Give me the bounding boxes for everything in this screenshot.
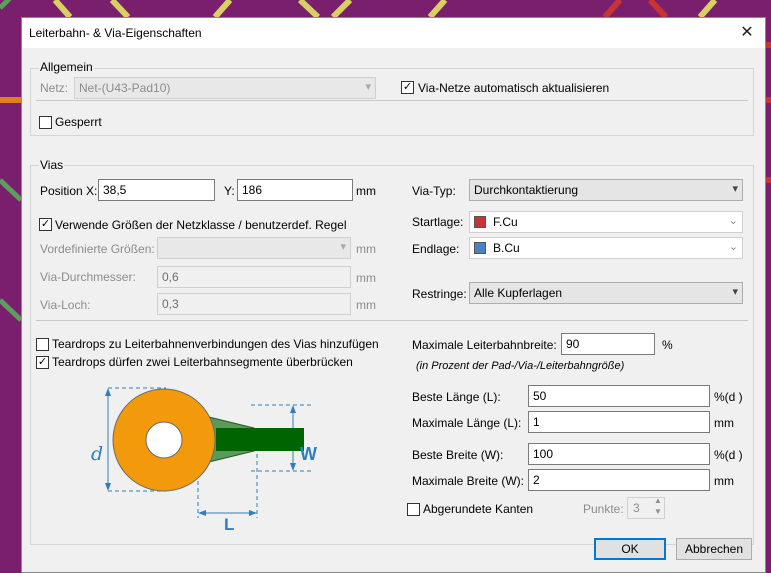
max-length-field[interactable]: 1 — [528, 411, 710, 433]
via-hole-label: Via-Loch: — [40, 298, 91, 312]
max-length-value: 1 — [533, 415, 540, 429]
chevron-down-icon: ▾ — [365, 81, 371, 93]
via-hole-shape — [145, 421, 183, 459]
start-layer-select[interactable]: F.Cu ⌄ — [469, 211, 743, 233]
general-separator — [36, 100, 748, 101]
locked-checkbox[interactable] — [39, 116, 52, 129]
max-width-field[interactable]: 2 — [528, 469, 710, 491]
max-width-label: Maximale Breite (W): — [412, 474, 525, 488]
length-l-label: L — [224, 515, 235, 534]
net-label: Netz: — [40, 81, 69, 95]
via-diameter-unit: mm — [356, 271, 376, 285]
chevron-down-icon: ▾ — [732, 183, 738, 195]
annular-rings-select[interactable]: Alle Kupferlagen ▾ — [469, 282, 743, 304]
end-layer-label: Endlage: — [412, 242, 460, 256]
best-width-field[interactable]: 100 — [528, 443, 710, 465]
chevron-down-icon: ▾ — [732, 286, 738, 298]
ok-button[interactable]: OK — [594, 538, 666, 560]
best-length-value: 50 — [533, 389, 547, 403]
max-track-width-label: Maximale Leiterbahnbreite: — [412, 338, 557, 352]
annular-rings-label: Restringe: — [412, 287, 467, 301]
vias-legend: Vias — [39, 158, 65, 172]
locked-label: Gesperrt — [55, 115, 102, 129]
position-x-field[interactable]: 38,5 — [98, 179, 215, 201]
end-layer-value: B.Cu — [493, 241, 520, 255]
via-diameter-value: 0,6 — [162, 270, 179, 284]
predefined-sizes-select: ▾ — [157, 237, 351, 259]
via-hole-unit: mm — [356, 298, 376, 312]
start-layer-label: Startlage: — [412, 215, 464, 229]
close-icon[interactable]: ✕ — [737, 23, 757, 43]
via-diameter-label: Via-Durchmesser: — [40, 270, 136, 284]
position-x-label: Position X: — [40, 184, 98, 198]
annular-rings-value: Alle Kupferlagen — [474, 286, 563, 300]
teardrops-add-checkbox[interactable] — [36, 338, 49, 351]
position-x-value: 38,5 — [103, 183, 127, 197]
teardrops-bridge-label: Teardrops dürfen zwei Leiterbahnsegmente… — [52, 355, 353, 369]
max-width-value: 2 — [533, 473, 540, 487]
start-layer-value: F.Cu — [493, 215, 518, 229]
teardrops-bridge-checkbox[interactable]: ✓ — [36, 356, 49, 369]
via-diameter-field: 0,6 — [157, 266, 351, 288]
max-length-unit: mm — [714, 416, 734, 430]
window-title: Leiterbahn- & Via-Eigenschaften — [29, 26, 202, 40]
title-bar: Leiterbahn- & Via-Eigenschaften ✕ — [22, 18, 765, 48]
points-label: Punkte: — [583, 502, 624, 516]
start-layer-color-swatch — [474, 216, 486, 228]
via-hole-value: 0,3 — [162, 297, 179, 311]
position-unit: mm — [356, 184, 376, 198]
via-hole-field: 0,3 — [157, 293, 351, 315]
end-layer-color-swatch — [474, 242, 486, 254]
max-track-width-unit: % — [662, 338, 673, 352]
auto-update-label: Via-Netze automatisch aktualisieren — [418, 81, 610, 95]
max-track-width-hint: (in Prozent der Pad-/Via-/Leiterbahngröß… — [416, 360, 625, 372]
check-icon: ✓ — [402, 81, 413, 93]
best-length-unit: %(d ) — [714, 390, 743, 404]
rounded-corners-label: Abgerundete Kanten — [423, 502, 534, 516]
rounded-corners-checkbox[interactable] — [407, 503, 420, 516]
chevron-down-icon: ⌄ — [728, 241, 738, 253]
best-width-label: Beste Breite (W): — [412, 448, 504, 462]
max-width-unit: mm — [714, 474, 734, 488]
max-track-width-value: 90 — [566, 337, 580, 351]
net-value: Net-(U43-Pad10) — [79, 81, 171, 95]
teardrops-add-label: Teardrops zu Leiterbahnenverbindungen de… — [52, 337, 379, 351]
general-legend: Allgemein — [39, 60, 94, 74]
chevron-down-icon: ▾ — [340, 241, 346, 253]
best-width-value: 100 — [533, 447, 554, 461]
use-netclass-label: Verwende Größen der Netzklasse / benutze… — [55, 218, 347, 232]
spin-down-icon: ▼ — [654, 507, 662, 516]
check-icon: ✓ — [37, 356, 48, 368]
position-y-field[interactable]: 186 — [237, 179, 353, 201]
track-via-properties-dialog: Leiterbahn- & Via-Eigenschaften ✕ Allgem… — [21, 17, 766, 573]
check-icon: ✓ — [40, 218, 51, 230]
position-y-value: 186 — [242, 183, 263, 197]
net-select: Net-(U43-Pad10) ▾ — [74, 77, 376, 99]
max-length-label: Maximale Länge (L): — [412, 416, 522, 430]
via-type-select[interactable]: Durchkontaktierung ▾ — [469, 179, 743, 201]
via-type-label: Via-Typ: — [412, 184, 456, 198]
best-width-unit: %(d ) — [714, 448, 743, 462]
width-w-label: W — [300, 444, 317, 464]
predefined-sizes-label: Vordefinierte Größen: — [40, 242, 155, 256]
spin-up-icon: ▲ — [654, 496, 662, 505]
points-spinner: 3 ▲ ▼ — [627, 496, 665, 519]
vias-separator — [36, 320, 748, 321]
use-netclass-checkbox[interactable]: ✓ — [39, 218, 52, 231]
teardrop-diagram: d W L — [86, 378, 356, 538]
end-layer-select[interactable]: B.Cu ⌄ — [469, 237, 743, 259]
auto-update-checkbox[interactable]: ✓ — [401, 81, 414, 94]
via-type-value: Durchkontaktierung — [474, 183, 579, 197]
chevron-down-icon: ⌄ — [728, 215, 738, 227]
cancel-button[interactable]: Abbrechen — [676, 538, 752, 560]
diameter-d-label: d — [91, 443, 104, 465]
position-y-label: Y: — [224, 184, 235, 198]
max-track-width-field[interactable]: 90 — [561, 333, 655, 355]
best-length-field[interactable]: 50 — [528, 385, 710, 407]
predefined-sizes-unit: mm — [356, 242, 376, 256]
track-shape — [216, 428, 304, 451]
best-length-label: Beste Länge (L): — [412, 390, 501, 404]
points-value: 3 — [633, 501, 640, 515]
